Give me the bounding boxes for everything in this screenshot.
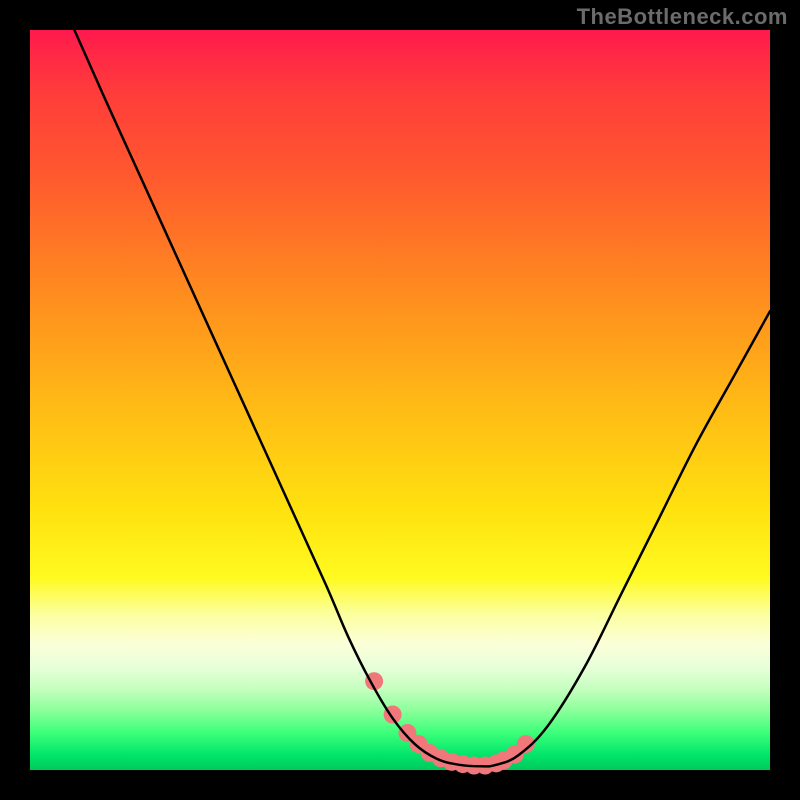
watermark-text: TheBottleneck.com [577, 4, 788, 30]
bottleneck-curve-path [74, 30, 770, 766]
chart-frame: TheBottleneck.com [0, 0, 800, 800]
plot-area [30, 30, 770, 770]
curve-svg [30, 30, 770, 770]
